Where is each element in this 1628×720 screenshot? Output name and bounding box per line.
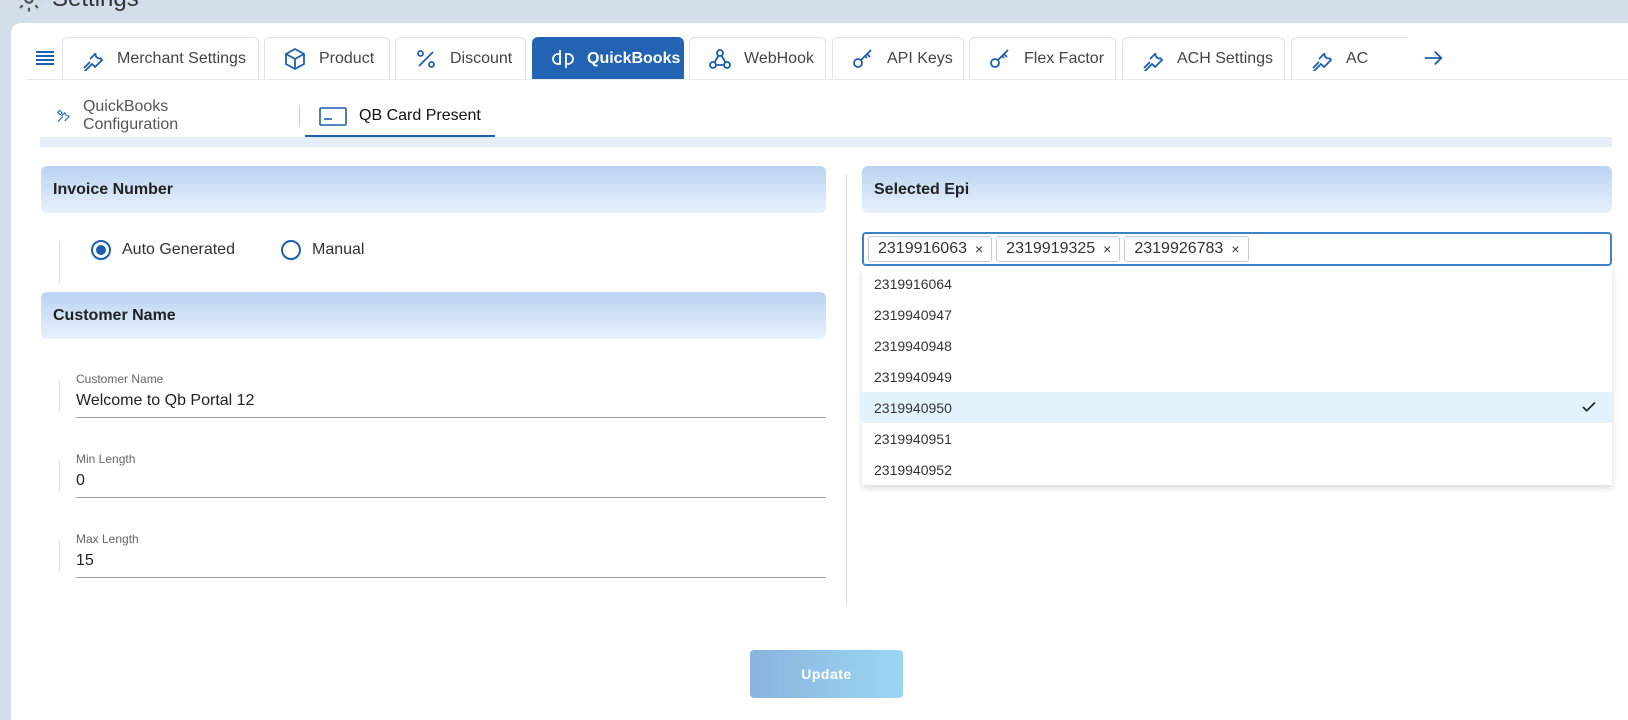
section-rule — [59, 241, 60, 284]
radio-checked-icon — [91, 240, 111, 260]
section-rule — [59, 380, 60, 412]
remove-chip-icon[interactable]: × — [1103, 241, 1111, 257]
section-rule — [59, 540, 60, 572]
subtab-divider — [299, 106, 300, 126]
update-button[interactable]: Update — [750, 650, 903, 698]
epi-chip: 2319919325 × — [996, 236, 1121, 262]
selected-epi-heading: Selected Epi — [862, 166, 1612, 213]
key-icon — [853, 48, 872, 68]
tab-label: Product — [319, 49, 375, 67]
field-value[interactable]: Welcome to Qb Portal 12 — [76, 392, 826, 418]
tools-icon — [57, 109, 70, 122]
customer-name-heading: Customer Name — [41, 292, 826, 339]
section-rule — [59, 460, 60, 492]
page-title: Settings — [52, 0, 139, 13]
settings-tabbar: Merchant Settings Product Discount Quick… — [26, 37, 1628, 80]
remove-chip-icon[interactable]: × — [1231, 241, 1239, 257]
box-icon — [285, 47, 305, 70]
max-length-field[interactable]: Max Length 15 — [76, 532, 826, 578]
tab-strip: Merchant Settings Product Discount Quick… — [62, 37, 1408, 79]
epi-chip: 2319926783 × — [1124, 236, 1249, 262]
chip-label: 2319916063 — [878, 240, 967, 257]
subtab-qb-card-present[interactable]: QB Card Present — [305, 96, 495, 138]
arrow-right-icon[interactable] — [1420, 45, 1446, 71]
epi-option[interactable]: 2319916064 — [862, 268, 1612, 299]
tab-merchant-settings[interactable]: Merchant Settings — [62, 37, 259, 79]
epi-option-highlighted[interactable]: 2319940950 — [862, 392, 1612, 423]
tab-label: Discount — [450, 49, 513, 67]
field-label: Max Length — [76, 532, 139, 546]
tab-label: Flex Factor — [1024, 49, 1105, 67]
subtab-underline-strip — [40, 137, 1612, 147]
field-label: Min Length — [76, 452, 136, 466]
tab-quickbooks[interactable]: QuickBooks — [532, 37, 684, 79]
tab-product[interactable]: Product — [264, 37, 390, 79]
quickbooks-icon — [552, 49, 574, 68]
epi-chip: 2319916063 × — [868, 236, 993, 262]
min-length-field[interactable]: Min Length 0 — [76, 452, 826, 498]
tab-flex-factor[interactable]: Flex Factor — [969, 37, 1116, 79]
field-value[interactable]: 15 — [76, 552, 826, 578]
subtab-label: QuickBooks Configuration — [82, 98, 179, 133]
tab-label: QuickBooks — [587, 49, 681, 67]
radio-auto-generated[interactable]: Auto Generated — [91, 240, 235, 260]
tab-api-keys[interactable]: API Keys — [832, 37, 964, 79]
option-label: 2319940950 — [874, 399, 952, 416]
field-label: Customer Name — [76, 372, 164, 386]
radio-label: Auto Generated — [122, 241, 235, 258]
epi-multiselect[interactable]: 2319916063 × 2319919325 × 2319926783 × — [862, 232, 1612, 266]
tab-label: Merchant Settings — [117, 49, 246, 67]
tab-label: API Keys — [887, 49, 953, 67]
tab-webhook[interactable]: WebHook — [689, 37, 826, 79]
tab-discount[interactable]: Discount — [395, 37, 526, 79]
tab-label: WebHook — [744, 49, 814, 67]
column-divider — [846, 174, 847, 604]
tab-label: AC — [1346, 49, 1369, 67]
chip-label: 2319926783 — [1134, 240, 1224, 257]
check-icon — [1582, 401, 1596, 412]
card-icon — [319, 106, 347, 126]
radio-unchecked-icon — [281, 240, 301, 260]
wrench-icon — [1312, 52, 1333, 71]
epi-option[interactable]: 2319940947 — [862, 299, 1612, 330]
invoice-number-heading: Invoice Number — [41, 166, 826, 213]
tab-ac[interactable]: AC — [1291, 37, 1408, 79]
key-icon — [990, 48, 1009, 68]
field-value[interactable]: 0 — [76, 472, 826, 498]
radio-label: Manual — [312, 241, 365, 258]
menu-icon[interactable] — [34, 47, 56, 69]
chip-label: 2319919325 — [1006, 240, 1096, 257]
epi-option[interactable]: 2319940948 — [862, 330, 1612, 361]
tab-label: ACH Settings — [1177, 49, 1274, 67]
remove-chip-icon[interactable]: × — [975, 241, 983, 257]
radio-manual[interactable]: Manual — [281, 240, 364, 260]
epi-dropdown: 2319916064 2319940947 2319940948 2319940… — [862, 268, 1612, 485]
epi-option[interactable]: 2319940949 — [862, 361, 1612, 392]
epi-option[interactable]: 2319940952 — [862, 454, 1612, 485]
subtab-label: QB Card Present — [359, 106, 481, 124]
gear-icon — [16, 0, 42, 12]
wrench-icon — [83, 52, 104, 71]
wrench-icon — [1143, 52, 1164, 71]
tab-ach-settings[interactable]: ACH Settings — [1122, 37, 1285, 79]
subtab-quickbooks-configuration[interactable]: QuickBooks Configuration — [56, 96, 189, 136]
epi-option[interactable]: 2319940951 — [862, 423, 1612, 454]
percent-icon — [417, 49, 435, 68]
customer-name-field[interactable]: Customer Name Welcome to Qb Portal 12 — [76, 372, 826, 418]
webhook-icon — [709, 48, 731, 69]
page-header: Settings — [14, 0, 139, 16]
